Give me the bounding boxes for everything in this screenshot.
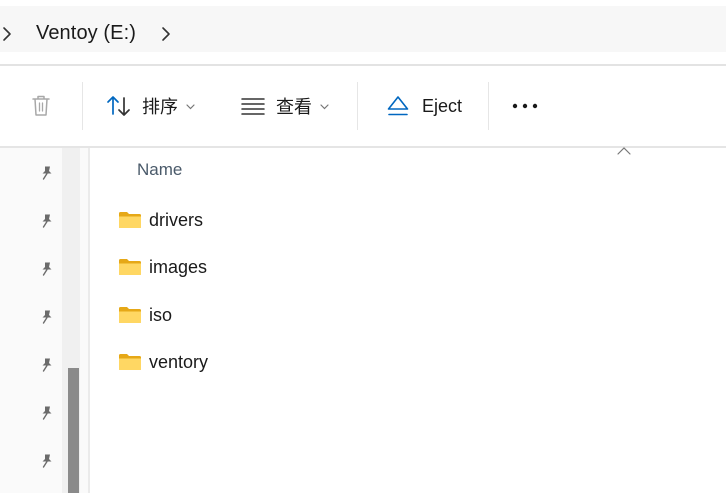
pin-icon[interactable]: [39, 261, 55, 277]
file-name: ventory: [149, 351, 209, 372]
file-explorer-window: Ventoy (E:) 排序 查看 Eject Name drivers ima…: [0, 0, 726, 493]
sort-button[interactable]: 排序: [106, 88, 195, 124]
sort-icon: [107, 96, 130, 116]
pin-icon[interactable]: [39, 213, 55, 229]
folder-icon: [119, 307, 141, 323]
column-header-name[interactable]: Name: [137, 160, 182, 180]
folder-icon: [119, 259, 141, 275]
eject-icon: [387, 96, 409, 116]
pin-icon[interactable]: [39, 453, 55, 469]
scrollbar-thumb[interactable]: [68, 368, 79, 493]
view-button[interactable]: 查看: [240, 88, 329, 124]
file-name: images: [149, 256, 208, 277]
sort-label: 排序: [142, 97, 178, 117]
pin-icon[interactable]: [39, 165, 55, 181]
view-label: 查看: [276, 97, 312, 117]
command-bar: 排序 查看 Eject: [0, 66, 726, 146]
file-name: iso: [149, 304, 173, 325]
eject-button[interactable]: Eject: [386, 88, 462, 124]
address-bar: Ventoy (E:): [0, 0, 726, 64]
divider: [357, 82, 358, 130]
trash-icon: [32, 95, 50, 116]
divider: [88, 148, 90, 493]
chevron-up-icon[interactable]: [617, 147, 631, 155]
chevron-right-icon[interactable]: [2, 25, 12, 43]
list-item[interactable]: ventory: [118, 349, 208, 375]
chevron-right-icon[interactable]: [161, 25, 171, 43]
more-options-button[interactable]: [511, 88, 539, 124]
list-view-icon: [241, 98, 265, 115]
folder-icon: [119, 212, 141, 228]
divider: [82, 82, 83, 130]
pin-icon[interactable]: [39, 405, 55, 421]
list-item[interactable]: drivers: [118, 207, 203, 233]
list-item[interactable]: iso: [118, 302, 172, 328]
file-name: drivers: [149, 209, 204, 230]
pin-icon[interactable]: [39, 309, 55, 325]
chevron-down-icon: [320, 104, 329, 110]
breadcrumb[interactable]: Ventoy (E:): [0, 6, 726, 52]
delete-button[interactable]: [29, 88, 53, 124]
breadcrumb-current[interactable]: Ventoy (E:): [36, 22, 136, 45]
more-icon: [512, 103, 538, 109]
chevron-down-icon: [186, 104, 195, 110]
list-item[interactable]: images: [118, 254, 207, 280]
eject-label: Eject: [422, 95, 463, 116]
pin-icon[interactable]: [39, 357, 55, 373]
divider: [488, 82, 489, 130]
folder-icon: [119, 354, 141, 370]
